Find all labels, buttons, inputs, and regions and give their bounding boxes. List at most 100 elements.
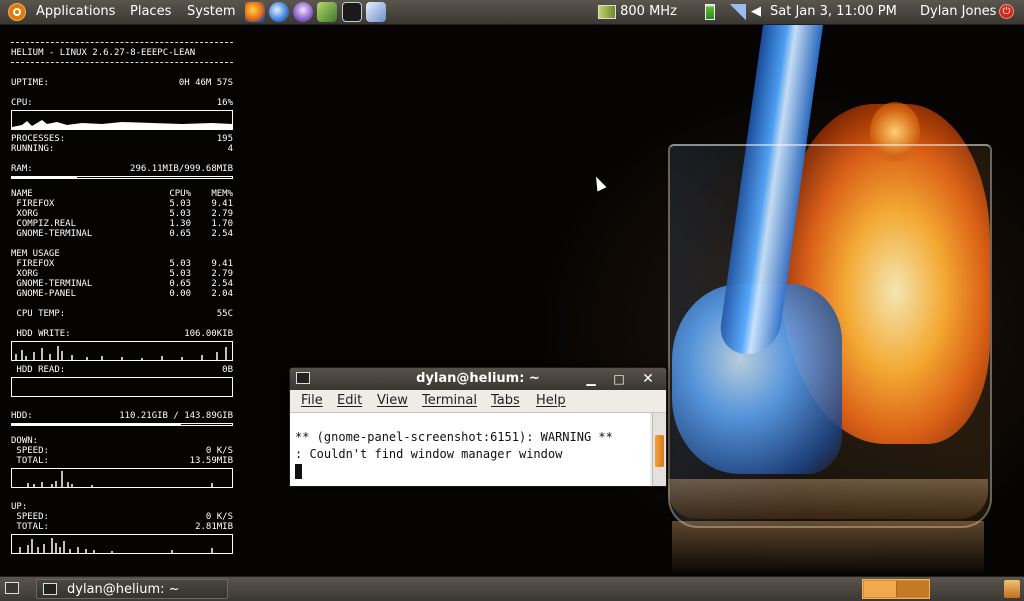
uptime-row: UPTIME: 0H 46M 57S	[11, 78, 233, 88]
hdd-read-row: HDD READ: 0B	[11, 365, 233, 375]
synaptic-icon[interactable]	[317, 2, 337, 22]
terminal-titlebar[interactable]: dylan@helium: ~ ▁ □ ✕	[290, 368, 666, 390]
menu-terminal[interactable]: Terminal	[422, 393, 477, 408]
menu-view[interactable]: View	[377, 393, 408, 408]
cpu-chip-icon	[598, 4, 616, 19]
maximize-button[interactable]: □	[610, 370, 628, 388]
top-mem-header: MEM USAGE	[11, 249, 60, 259]
workspace-1[interactable]	[864, 581, 897, 597]
processes-row: PROCESSES: 195	[11, 134, 233, 144]
close-button[interactable]: ✕	[639, 370, 657, 388]
ram-row: RAM: 296.11MIB/999.68MIB	[11, 164, 233, 174]
conky-monitor: HELIUM - LINUX 2.6.27-8-EEEPC-LEAN UPTIM…	[11, 38, 233, 558]
cpu-graph	[11, 110, 233, 130]
separator	[11, 62, 233, 64]
hdd-read-value: 0B	[222, 365, 233, 375]
menu-places[interactable]: Places	[130, 0, 171, 24]
glass-reflection	[672, 521, 984, 576]
ubuntu-logo-icon[interactable]	[8, 3, 26, 21]
down-speed-row: SPEED: 0 K/S	[11, 446, 233, 456]
terminal-cursor	[295, 464, 302, 479]
top-cpu-header: NAME CPU% MEM%	[11, 189, 233, 199]
table-row: COMPIZ.REAL 1.30 1.70	[11, 219, 233, 229]
cpu-graph-area	[12, 120, 232, 129]
battery-icon[interactable]	[705, 4, 715, 20]
terminal-window[interactable]: dylan@helium: ~ ▁ □ ✕ File Edit View Ter…	[289, 367, 667, 487]
thunderbird-icon[interactable]	[269, 2, 289, 22]
ram-bar	[11, 176, 233, 179]
running-row: RUNNING: 4	[11, 144, 233, 154]
screenshot-icon[interactable]	[366, 2, 386, 22]
menu-help[interactable]: Help	[536, 393, 566, 408]
menu-system[interactable]: System	[187, 0, 235, 24]
network-signal-icon[interactable]	[730, 4, 746, 20]
firefox-icon[interactable]	[245, 2, 265, 22]
separator	[11, 42, 233, 44]
bottom-panel: dylan@helium: ~	[0, 576, 1024, 601]
hdd-write-row: HDD WRITE: 106.00KIB	[11, 329, 233, 339]
pidgin-icon[interactable]	[293, 2, 313, 22]
cpu-value: 16%	[216, 98, 233, 108]
hdd-row: HDD: 110.21GIB / 143.89GIB	[11, 411, 233, 421]
down-graph-svg	[27, 471, 213, 487]
table-row: GNOME-TERMINAL 0.65 2.54	[11, 279, 233, 289]
cpu-temp-value: 55C	[216, 309, 233, 319]
show-desktop-icon[interactable]	[5, 582, 19, 594]
cpufreq-applet[interactable]: 800 MHz	[598, 0, 677, 24]
hdd-write-graph	[11, 341, 233, 361]
top-panel: Applications Places System 800 MHz ◀ Sat…	[0, 0, 1024, 25]
up-graph-svg	[19, 538, 213, 553]
up-total-row: TOTAL: 2.81MIB	[11, 522, 233, 532]
table-row: FIREFOX 5.03 9.41	[11, 259, 233, 269]
cpu-frequency: 800 MHz	[620, 4, 677, 19]
terminal-icon	[43, 583, 57, 595]
hdd-write-value: 106.00KIB	[184, 329, 233, 339]
up-graph-bars	[19, 538, 213, 553]
up-graph	[11, 534, 233, 554]
menu-applications[interactable]: Applications	[36, 0, 115, 24]
running-value: 4	[227, 144, 233, 154]
user-name[interactable]: Dylan Jones	[920, 0, 996, 24]
trash-icon[interactable]	[1004, 580, 1020, 598]
mouse-cursor	[591, 174, 607, 192]
ram-bar-fill	[12, 177, 78, 178]
down-total-row: TOTAL: 13.59MIB	[11, 456, 233, 466]
table-row: GNOME-TERMINAL 0.65 2.54	[11, 229, 233, 239]
menu-edit[interactable]: Edit	[337, 393, 362, 408]
cpu-temp-row: CPU TEMP: 55C	[11, 309, 233, 319]
hdd-bar	[11, 423, 233, 426]
terminal-menubar: File Edit View Terminal Tabs Help	[290, 390, 666, 413]
hdd-write-bars	[15, 346, 227, 360]
scrollbar-thumb[interactable]	[655, 435, 664, 467]
taskbar-item-label: dylan@helium: ~	[67, 582, 180, 597]
terminal-icon[interactable]	[342, 2, 362, 22]
glass-base	[668, 479, 988, 519]
terminal-scrollbar[interactable]	[652, 413, 666, 486]
terminal-output[interactable]: ** (gnome-panel-screenshot:6151): WARNIN…	[290, 413, 650, 486]
down-graph-bars	[27, 471, 213, 487]
cpu-row: CPU: 16%	[11, 98, 233, 108]
table-row: FIREFOX 5.03 9.41	[11, 199, 233, 209]
up-speed-row: SPEED: 0 K/S	[11, 512, 233, 522]
hdd-write-svg	[15, 346, 227, 360]
menu-tabs[interactable]: Tabs	[491, 393, 520, 408]
down-label: DOWN:	[11, 436, 39, 446]
workspace-switcher[interactable]	[862, 579, 930, 599]
workspace-2[interactable]	[897, 581, 929, 597]
down-graph	[11, 468, 233, 488]
taskbar-item-terminal[interactable]: dylan@helium: ~	[36, 579, 228, 599]
power-icon[interactable]: ⏻	[999, 4, 1014, 19]
table-row: XORG 5.03 2.79	[11, 269, 233, 279]
up-total-value: 2.81MIB	[195, 522, 233, 532]
minimize-button[interactable]: ▁	[582, 370, 600, 388]
down-speed-value: 0 K/S	[205, 446, 233, 456]
down-total-value: 13.59MIB	[189, 456, 233, 466]
clock[interactable]: Sat Jan 3, 11:00 PM	[770, 0, 897, 24]
menu-file[interactable]: File	[301, 393, 323, 408]
processes-value: 195	[216, 134, 233, 144]
volume-icon[interactable]: ◀	[751, 5, 761, 19]
terminal-line: ** (gnome-panel-screenshot:6151): WARNIN…	[295, 430, 613, 444]
conky-header: HELIUM - LINUX 2.6.27-8-EEEPC-LEAN	[11, 48, 196, 58]
hdd-bar-fill	[12, 424, 181, 425]
up-speed-value: 0 K/S	[205, 512, 233, 522]
